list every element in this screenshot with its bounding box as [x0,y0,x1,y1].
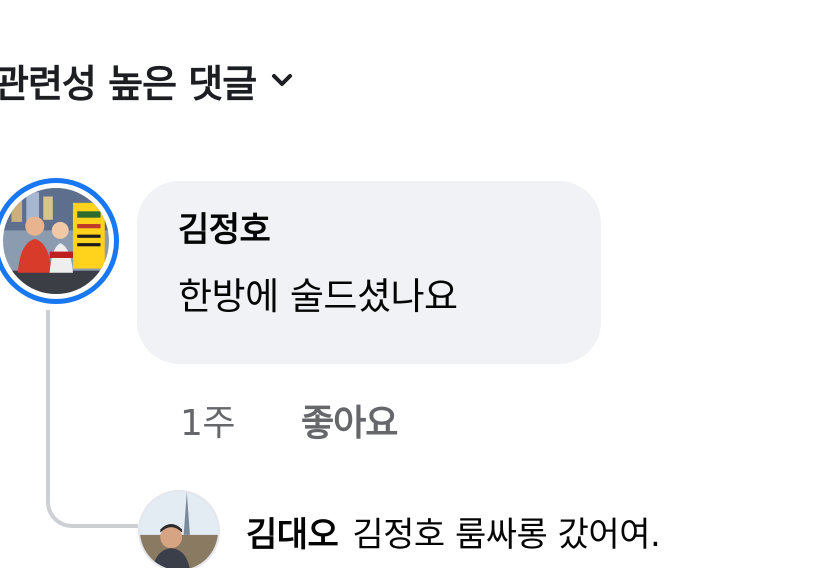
reply-text: 김정호 룸싸롱 갔어여. [352,514,661,555]
like-button[interactable]: 좋아요 [301,394,398,446]
profile-photo-icon [140,492,218,568]
comment-bubble: 김정호 한방에 술드셨나요 [137,181,601,364]
comment-text: 한방에 술드셨나요 [178,275,458,318]
reply-author-name[interactable]: 김대오 [246,507,339,556]
comments-section: 관련성 높은 댓글 김정호 한방에 술드셨나요 1주 좋아요 김대오 김정호 룸… [0,0,834,568]
comment-author-avatar[interactable] [0,178,119,304]
reply-comment: 김대오 김정호 룸싸롱 갔어여. [246,505,661,557]
comment-sort-dropdown[interactable]: 관련성 높은 댓글 [0,52,294,108]
comment-meta-row: 1주 좋아요 [180,388,398,452]
comment-timestamp[interactable]: 1주 [180,394,236,446]
reply-author-avatar[interactable] [138,490,220,568]
chevron-down-icon[interactable] [270,68,294,92]
reply-thread-connector [46,310,138,528]
profile-photo-icon [3,188,109,294]
comment-author-name[interactable]: 김정호 [178,206,561,254]
comment-sort-label: 관련성 높은 댓글 [0,61,257,106]
